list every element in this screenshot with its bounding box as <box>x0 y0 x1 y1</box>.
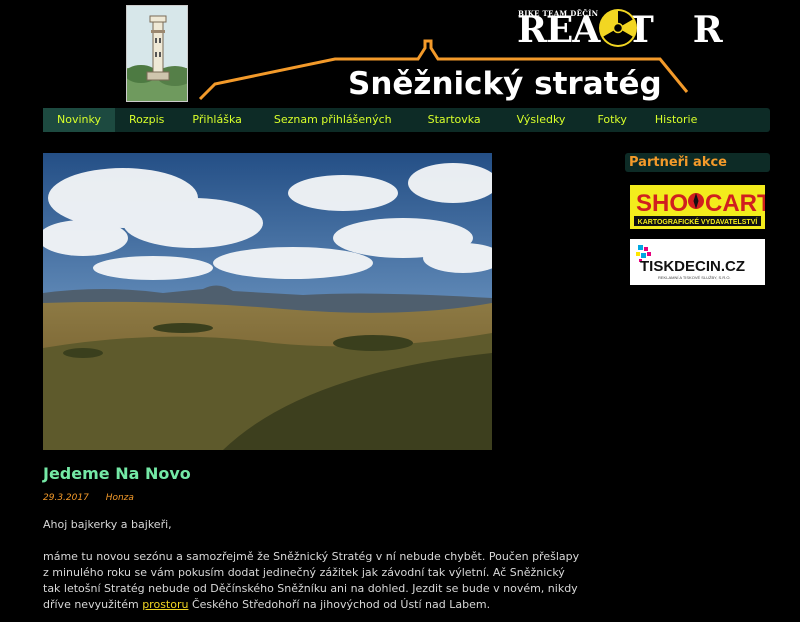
partner-tiskdecin-banner[interactable]: TISKDECIN.CZ REKLAMNÍ A TISKOVÉ SLUŽBY, … <box>630 239 765 285</box>
article-link-prostoru[interactable]: prostoru <box>142 598 188 611</box>
site-header: BIKE TEAM DĚČÍN REACT R Sněžnický stratég <box>0 0 800 106</box>
partner-shocart-banner[interactable]: SHO CART KARTOGRAFICKÉ VYDAVATELSTVÍ <box>630 185 772 229</box>
tiskdecin-logo: TISKDECIN.CZ REKLAMNÍ A TISKOVÉ SLUŽBY, … <box>630 239 765 285</box>
reactor-logo-text-right: R <box>692 9 723 51</box>
tiskdecin-logo-text: TISKDECIN.CZ <box>640 258 745 275</box>
radiation-icon <box>599 9 637 47</box>
tiskdecin-tagline: REKLAMNÍ A TISKOVÉ SLUŽBY, S.R.O. <box>658 275 731 280</box>
article-landscape-photo[interactable] <box>43 153 492 450</box>
nav-item-prihlaska[interactable]: Přihláška <box>178 108 255 132</box>
article-greeting: Ahoj bajkerky a bajkeři, <box>43 518 172 531</box>
article-author: Honza <box>105 493 134 503</box>
nav-item-novinky[interactable]: Novinky <box>43 108 115 132</box>
sidebar-title-text: Partneři akce <box>629 155 727 170</box>
sidebar-partners-heading: Partneři akce <box>625 153 770 172</box>
article-title[interactable]: Jedeme Na Novo <box>43 464 191 483</box>
nav-item-startovka[interactable]: Startovka <box>410 108 499 132</box>
article-body-text-2: Českého Středohoří na jihovýchod od Ústí… <box>188 598 491 611</box>
nav-item-fotky[interactable]: Fotky <box>583 108 640 132</box>
article-body: máme tu novou sezónu a samozřejmě že Sně… <box>43 549 583 613</box>
nav-item-seznam-prihlasenych[interactable]: Seznam přihlášených <box>256 108 410 132</box>
shocart-tagline: KARTOGRAFICKÉ VYDAVATELSTVÍ <box>638 217 759 226</box>
shocart-logo-text-right: CART <box>705 190 765 217</box>
article-date: 29.3.2017 <box>43 493 89 503</box>
nav-item-rozpis[interactable]: Rozpis <box>115 108 178 132</box>
nav-item-vysledky[interactable]: Výsledky <box>499 108 584 132</box>
nav-item-historie[interactable]: Historie <box>641 108 711 132</box>
main-navigation: Novinky Rozpis Přihláška Seznam přihláše… <box>43 108 770 132</box>
site-title: Sněžnický stratég <box>348 66 662 102</box>
shocart-logo-text-left: SHO <box>636 190 688 217</box>
article-meta: 29.3.2017 Honza <box>43 493 134 503</box>
landscape-illustration <box>43 153 492 450</box>
shocart-logo: SHO CART KARTOGRAFICKÉ VYDAVATELSTVÍ <box>630 185 772 229</box>
compass-icon <box>688 193 704 209</box>
